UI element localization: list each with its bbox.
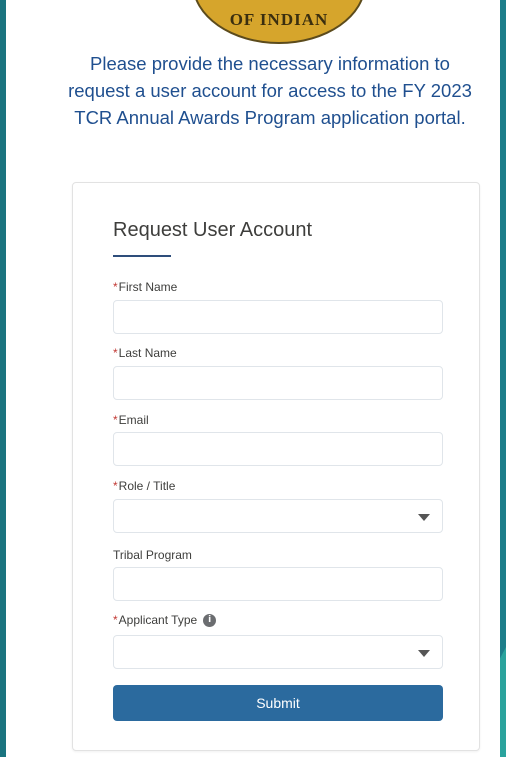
last-name-label: *Last Name [113, 346, 177, 360]
form-title: Request User Account [113, 219, 312, 241]
required-marker: * [113, 346, 118, 360]
submit-button[interactable]: Submit [113, 685, 443, 721]
info-icon[interactable]: i [203, 614, 217, 628]
tribal-program-label: Tribal Program [113, 548, 192, 562]
request-account-card: Request User Account *First Name *Last N… [72, 182, 480, 751]
role-title-select[interactable] [113, 499, 443, 533]
required-marker: * [113, 479, 118, 493]
first-name-input[interactable] [113, 300, 443, 334]
chevron-down-icon [418, 514, 430, 521]
required-marker: * [113, 280, 118, 294]
required-marker: * [113, 413, 118, 427]
last-name-input[interactable] [113, 366, 443, 400]
chevron-down-icon [418, 650, 430, 657]
seal-logo: OF INDIAN [192, 0, 366, 44]
required-marker: * [113, 613, 118, 627]
email-input[interactable] [113, 432, 443, 466]
seal-text: OF INDIAN [229, 10, 329, 29]
first-name-label: *First Name [113, 280, 178, 294]
role-title-label: *Role / Title [113, 479, 176, 493]
intro-text: Please provide the necessary information… [68, 53, 472, 128]
applicant-type-select[interactable] [113, 635, 443, 669]
main-panel: OF INDIAN Please provide the necessary i… [6, 0, 500, 757]
tribal-program-input[interactable] [113, 567, 443, 601]
email-label: *Email [113, 413, 149, 427]
applicant-type-label: *Applicant Type i [113, 613, 217, 628]
title-underline [113, 255, 171, 257]
